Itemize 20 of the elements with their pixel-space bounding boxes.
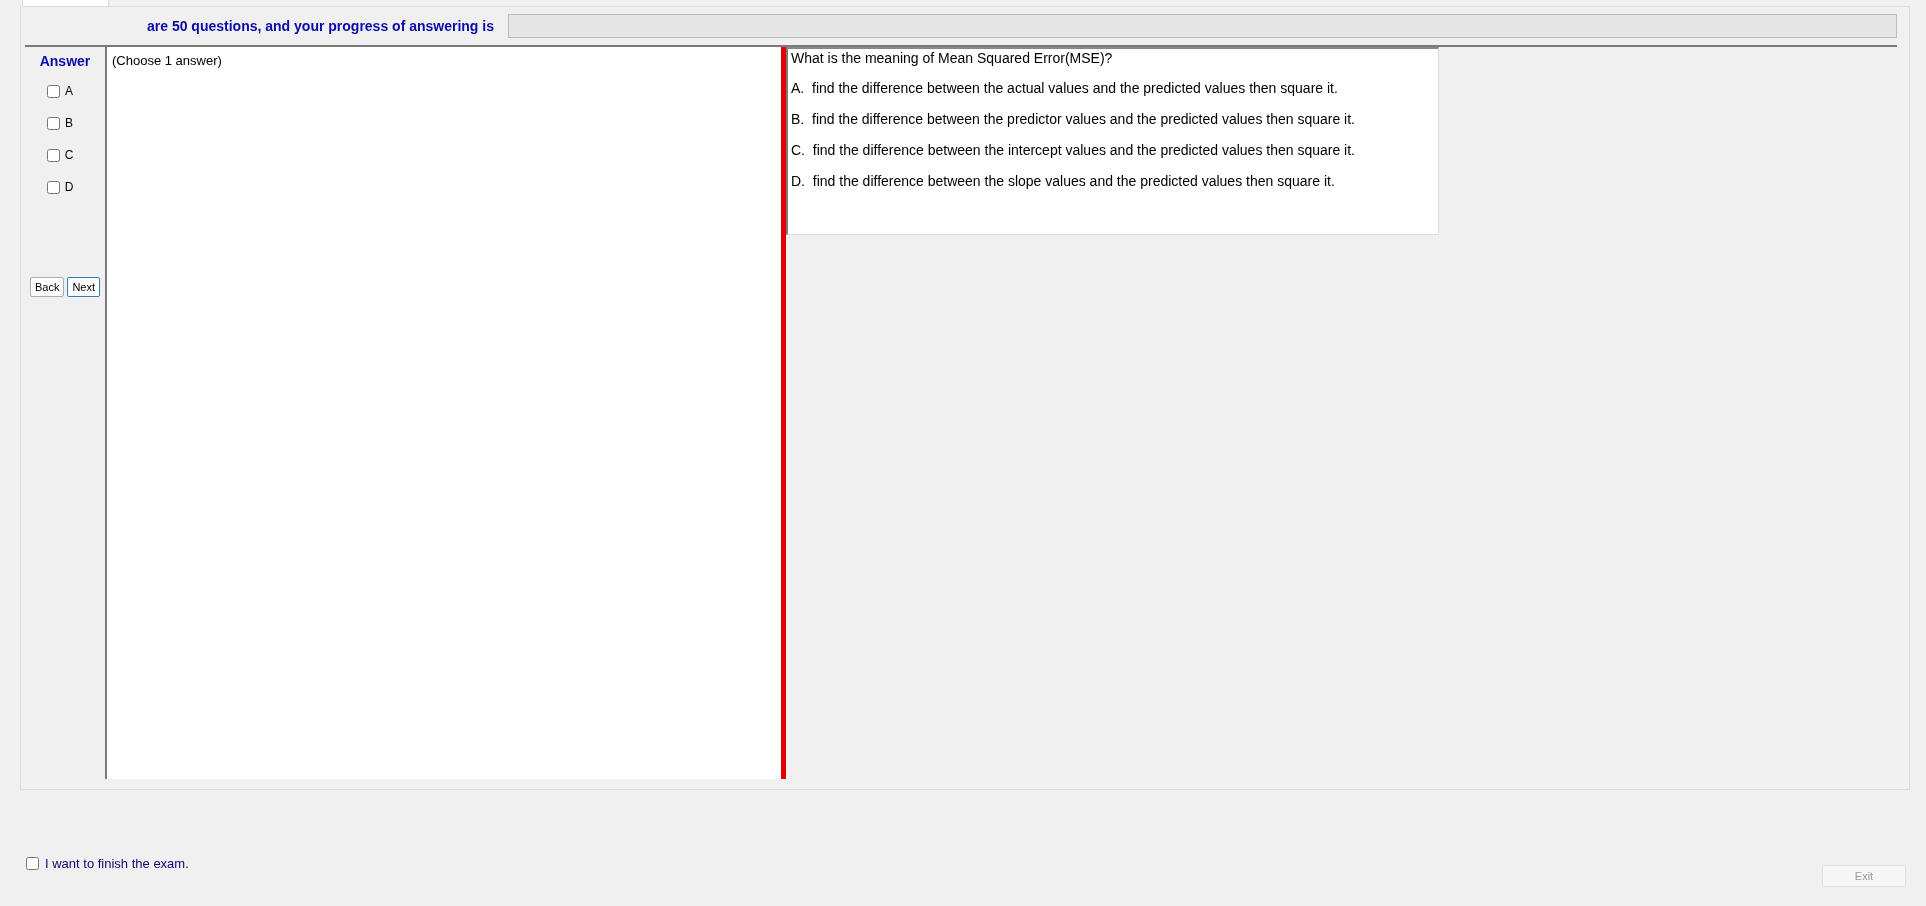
question-text: What is the meaning of Mean Squared Error(MSE)? bbox=[791, 50, 1114, 66]
choice-text: C. find the difference between the intercept values and the predicted values then square it. bbox=[791, 142, 1356, 158]
answer-checkbox[interactable] bbox=[47, 84, 60, 98]
answer-title: Answer bbox=[39, 53, 91, 69]
answer-checkbox[interactable] bbox=[47, 116, 60, 130]
choice-text: D. find the difference between the slope values and the predicted values then square it. bbox=[791, 173, 1336, 189]
finish-checkbox[interactable] bbox=[26, 857, 39, 870]
answer-checkbox[interactable] bbox=[46, 148, 60, 162]
option-label: D bbox=[64, 180, 74, 194]
option-label: A bbox=[65, 84, 73, 98]
option-label: C bbox=[64, 148, 74, 162]
finish-label: I want to finish the exam. bbox=[45, 856, 189, 871]
nav-button[interactable]: Back bbox=[29, 277, 65, 297]
instruction-text: (Choose 1 answer) bbox=[111, 52, 223, 70]
nav-button[interactable]: Next bbox=[67, 277, 101, 297]
option-label: B bbox=[65, 116, 73, 130]
choice-text: A. find the difference between the actual values and the predicted values then square it. bbox=[791, 80, 1339, 96]
choice-text: B. find the difference between the predictor values and the predicted values then square it. bbox=[791, 111, 1356, 127]
progress-label: are 50 questions, and your progress of answering is bbox=[147, 18, 494, 34]
answer-checkbox[interactable] bbox=[46, 180, 60, 194]
